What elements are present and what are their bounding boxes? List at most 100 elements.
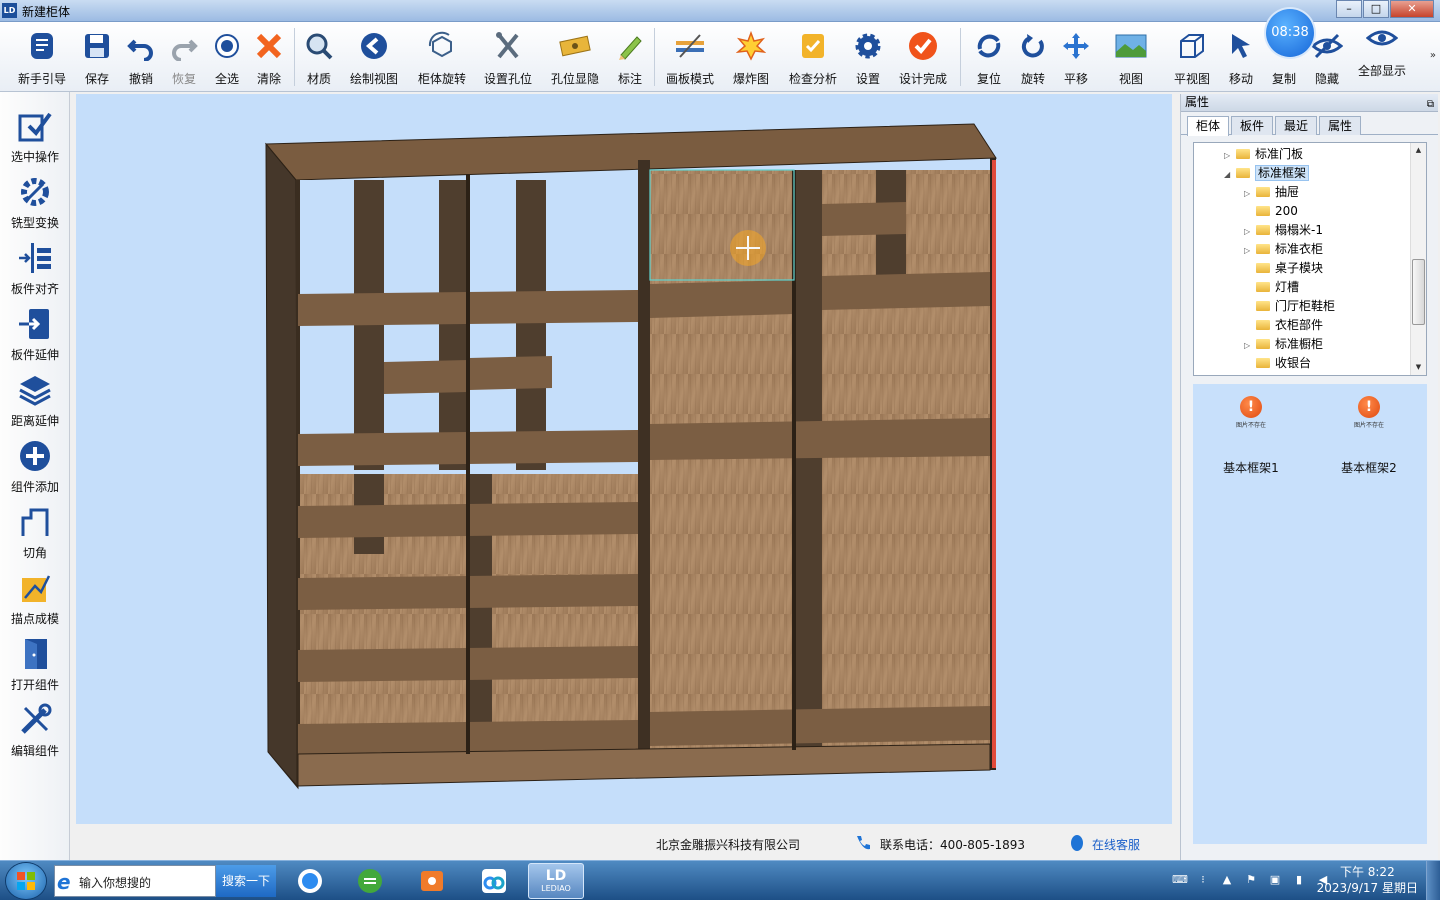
tree-item[interactable]: 门厅柜鞋柜 bbox=[1244, 297, 1335, 316]
left-toolbar: 选中操作 铣型变换 板件对齐 板件延伸 距离延伸 组件添加 切角 描点成模 打开… bbox=[0, 92, 70, 860]
chamfer-button[interactable]: 切角 bbox=[0, 496, 70, 562]
folder-icon bbox=[1256, 225, 1270, 235]
search-button[interactable]: 搜索一下 bbox=[216, 865, 276, 897]
tree-item[interactable]: ▷ 标准橱柜 bbox=[1244, 335, 1323, 354]
browser-app-icon[interactable] bbox=[282, 863, 338, 899]
qq-icon bbox=[1071, 835, 1083, 851]
start-button[interactable] bbox=[6, 863, 46, 899]
show-all-button[interactable]: 全部显示 bbox=[1352, 16, 1412, 82]
milling-button[interactable]: 铣型变换 bbox=[0, 166, 70, 232]
undo-button[interactable]: 撤销 bbox=[120, 24, 162, 90]
tree-scrollbar[interactable]: ▲ ▼ bbox=[1410, 143, 1426, 375]
scroll-up-icon[interactable]: ▲ bbox=[1411, 143, 1426, 158]
tab-board[interactable]: 板件 bbox=[1231, 116, 1274, 135]
material-icon bbox=[301, 28, 337, 64]
warning-icon: ! bbox=[1358, 396, 1380, 418]
show-desktop-button[interactable] bbox=[1426, 861, 1440, 900]
annotate-icon bbox=[612, 28, 648, 64]
plan-view-button[interactable]: 平视图 bbox=[1170, 24, 1214, 90]
draw-view-icon bbox=[356, 28, 392, 64]
security-icon[interactable]: ▣ bbox=[1268, 873, 1282, 887]
tree-item[interactable]: 灯槽 bbox=[1244, 278, 1299, 297]
select-op-icon bbox=[15, 106, 55, 146]
system-clock[interactable]: 下午 8:22 2023/9/17 星期日 bbox=[1317, 864, 1418, 896]
redo-button[interactable]: 恢复 bbox=[163, 24, 205, 90]
add-component-button[interactable]: 组件添加 bbox=[0, 430, 70, 496]
footer-bar: 北京金雕振兴科技有限公司 联系电话：400-805-1893 在线客服 bbox=[76, 826, 1172, 860]
extend-icon bbox=[15, 304, 55, 344]
3d-viewport[interactable] bbox=[76, 94, 1172, 824]
holes-toggle-icon bbox=[557, 28, 593, 64]
open-component-button[interactable]: 打开组件 bbox=[0, 628, 70, 694]
scroll-thumb[interactable] bbox=[1412, 259, 1425, 325]
thumbnail-item[interactable]: ! 图片不存在 基本框架1 bbox=[1201, 396, 1301, 476]
pan-button[interactable]: 平移 bbox=[1055, 24, 1097, 90]
keyboard-icon[interactable]: ⌨ bbox=[1172, 873, 1188, 887]
finish-button[interactable]: 设计完成 bbox=[894, 24, 952, 90]
settings-button[interactable]: 设置 bbox=[848, 24, 888, 90]
select-all-icon bbox=[209, 28, 245, 64]
tree-item[interactable]: ◢ 标准框架 bbox=[1224, 164, 1310, 183]
baidu-netdisk-icon[interactable] bbox=[466, 863, 522, 899]
rotate-cabinet-icon bbox=[424, 28, 460, 64]
tree-item[interactable]: 收银台 bbox=[1244, 354, 1311, 373]
tree-item[interactable]: ▷ 标准门板 bbox=[1224, 145, 1303, 164]
cabinet-model[interactable] bbox=[76, 94, 1172, 824]
action-center-icon[interactable]: ⚑ bbox=[1244, 873, 1258, 887]
edit-component-button[interactable]: 编辑组件 bbox=[0, 694, 70, 760]
folder-icon bbox=[1256, 263, 1270, 273]
rotate-button[interactable]: 旋转 bbox=[1012, 24, 1054, 90]
plan-view-icon bbox=[1174, 28, 1210, 64]
tab-cabinet[interactable]: 柜体 bbox=[1187, 116, 1230, 136]
draw-view-button[interactable]: 绘制视图 bbox=[344, 24, 404, 90]
tree-item[interactable]: 桌子模块 bbox=[1244, 259, 1323, 278]
title-bar: LD 新建柜体 – □ ✕ bbox=[0, 0, 1440, 22]
move-button[interactable]: 移动 bbox=[1220, 24, 1262, 90]
view-button[interactable]: 视图 bbox=[1108, 24, 1154, 90]
material-button[interactable]: 材质 bbox=[298, 24, 340, 90]
360-app-icon[interactable] bbox=[342, 863, 398, 899]
photos-app-icon[interactable] bbox=[404, 863, 460, 899]
tree-item[interactable]: ▷ 标准衣柜 bbox=[1244, 240, 1323, 259]
holes-toggle-button[interactable]: 孔位显隐 bbox=[545, 24, 605, 90]
panel-mode-button[interactable]: 画板模式 bbox=[660, 24, 720, 90]
folder-icon bbox=[1256, 339, 1270, 349]
select-op-button[interactable]: 选中操作 bbox=[0, 100, 70, 166]
trace-model-icon bbox=[15, 568, 55, 608]
tab-properties[interactable]: 属性 bbox=[1319, 116, 1362, 135]
rotate-cabinet-button[interactable]: 柜体旋转 bbox=[412, 24, 472, 90]
gear-icon bbox=[850, 28, 886, 64]
clear-button[interactable]: 清除 bbox=[249, 24, 289, 90]
thumbnail-item[interactable]: ! 图片不存在 基本框架2 bbox=[1319, 396, 1419, 476]
input-method-icon[interactable]: ⁝ bbox=[1196, 873, 1210, 887]
align-button[interactable]: 板件对齐 bbox=[0, 232, 70, 298]
save-button[interactable]: 保存 bbox=[76, 24, 118, 90]
select-all-button[interactable]: 全选 bbox=[206, 24, 248, 90]
panel-tabs: 柜体 板件 最近 属性 bbox=[1181, 112, 1438, 136]
lediao-app-icon[interactable]: LD LEDIAO bbox=[528, 863, 584, 899]
guide-button[interactable]: 新手引导 bbox=[12, 24, 72, 90]
distance-extend-button[interactable]: 距离延伸 bbox=[0, 364, 70, 430]
scroll-down-icon[interactable]: ▼ bbox=[1411, 360, 1426, 375]
online-service-link[interactable]: 在线客服 bbox=[1092, 836, 1140, 853]
search-input[interactable]: e 输入你想搜的 bbox=[54, 865, 216, 897]
tab-recent[interactable]: 最近 bbox=[1275, 116, 1318, 135]
pin-icon[interactable]: ⧉ bbox=[1427, 96, 1434, 113]
set-holes-button[interactable]: 设置孔位 bbox=[480, 24, 536, 90]
folder-icon bbox=[1256, 301, 1270, 311]
trace-model-button[interactable]: 描点成模 bbox=[0, 562, 70, 628]
add-component-icon bbox=[15, 436, 55, 476]
tray-expand-icon[interactable]: ▲ bbox=[1220, 873, 1234, 887]
tree-item[interactable]: 衣柜部件 bbox=[1244, 316, 1323, 335]
tree-item[interactable]: ▷ 抽屉 bbox=[1244, 183, 1299, 202]
extend-button[interactable]: 板件延伸 bbox=[0, 298, 70, 364]
annotate-button[interactable]: 标注 bbox=[612, 24, 648, 90]
network-icon[interactable]: ▮ bbox=[1292, 873, 1306, 887]
tree-item[interactable]: ▷ 榻榻米-1 bbox=[1244, 221, 1323, 240]
tree-item[interactable]: 200 bbox=[1244, 202, 1298, 221]
windows-logo-icon bbox=[17, 872, 35, 890]
exploded-button[interactable]: 爆炸图 bbox=[728, 24, 774, 90]
check-button[interactable]: 检查分析 bbox=[783, 24, 843, 90]
reset-button[interactable]: 复位 bbox=[968, 24, 1010, 90]
toolbar-overflow-button[interactable]: » bbox=[1430, 50, 1436, 61]
